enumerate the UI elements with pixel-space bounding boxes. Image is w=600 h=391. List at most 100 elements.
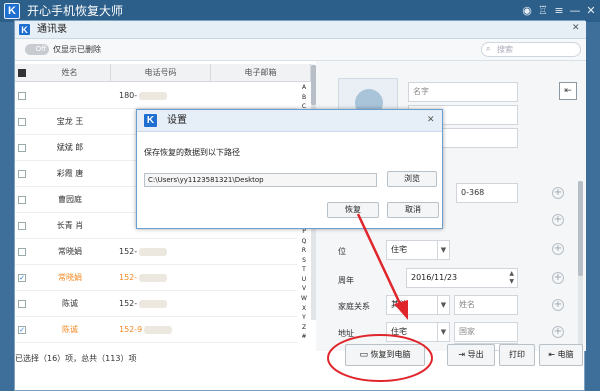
detail-scrollbar[interactable] xyxy=(578,181,583,346)
recover-label: 恢复到电脑 xyxy=(370,350,411,359)
row-checkbox[interactable] xyxy=(18,300,26,308)
search-field[interactable]: 搜索 xyxy=(481,42,581,57)
add-phone-icon[interactable]: + xyxy=(552,187,564,199)
import-icon: ⇤ xyxy=(548,350,556,359)
header-checkbox-cell xyxy=(15,64,29,82)
alphabet-index-letter[interactable]: # xyxy=(297,332,311,342)
address-home-dropdown[interactable]: 住宅 ▼ xyxy=(386,240,450,260)
panel-title: 通讯录 xyxy=(37,24,67,35)
add-date-icon[interactable]: + xyxy=(552,272,564,284)
select-all-checkbox[interactable] xyxy=(18,69,26,77)
export-label: 导出 xyxy=(467,350,484,359)
family-label: 家庭关系 xyxy=(338,302,370,311)
dialog-title-bar: K 设置 ✕ xyxy=(137,110,442,132)
alphabet-index-letter[interactable]: U xyxy=(297,275,311,285)
row-name: 常晓娟 xyxy=(58,247,82,256)
alphabet-index-letter[interactable]: Y xyxy=(297,313,311,323)
row-checkbox[interactable] xyxy=(18,118,26,126)
detail-scrollbar-thumb[interactable] xyxy=(578,181,583,276)
export-card-icon[interactable]: ⇤ xyxy=(559,82,577,100)
add-email-icon[interactable]: + xyxy=(552,214,564,226)
add-field-icon[interactable]: + xyxy=(552,243,564,255)
column-header-name[interactable]: 姓名 xyxy=(29,64,111,82)
table-row[interactable]: 常晓娟 152- xyxy=(15,239,297,265)
alphabet-index-letter[interactable]: S xyxy=(297,256,311,266)
row-phone: 152-9 xyxy=(111,317,211,343)
close-button[interactable]: ✕ xyxy=(584,4,598,18)
save-path-field[interactable]: C:\Users\yy1123581321\Desktop xyxy=(144,173,377,187)
menu-icon[interactable]: ≡ xyxy=(552,4,566,18)
phone-field[interactable]: 0-368 xyxy=(456,183,518,203)
search-input[interactable]: 搜索 ⌕ xyxy=(481,42,581,57)
row-checkbox[interactable] xyxy=(18,248,26,256)
export-button[interactable]: ⇥ 导出 xyxy=(447,344,495,366)
address-label: 地址 xyxy=(338,329,354,338)
column-header-email[interactable]: 电子邮箱 xyxy=(211,64,311,82)
anniversary-date-field[interactable]: 2016/11/23 ▲ ▼ xyxy=(406,268,518,288)
row-checkbox[interactable]: ✓ xyxy=(18,274,26,282)
row-phone: 152- xyxy=(111,265,211,291)
import-button[interactable]: ⇤ 电脑 xyxy=(539,344,583,366)
selection-status: 已选择（16）项，总共（113）项 xyxy=(15,354,137,363)
anniversary-date-value: 2016/11/23 xyxy=(411,273,458,282)
deleted-only-toggle[interactable]: Off xyxy=(25,44,49,55)
panel-logo-icon: K xyxy=(18,23,31,36)
address-type-value: 住宅 xyxy=(391,327,407,336)
save-path-prompt: 保存恢复的数据到以下路径 xyxy=(144,148,240,157)
row-name: 常晓娟 xyxy=(58,273,82,282)
alphabet-index-letter[interactable]: Z xyxy=(297,323,311,333)
recover-to-computer-button[interactable]: ▭ 恢复到电脑 xyxy=(345,344,425,366)
chevron-down-icon: ▼ xyxy=(437,323,449,341)
row-phone-text: 152- xyxy=(119,299,138,308)
row-checkbox[interactable] xyxy=(18,222,26,230)
family-relation-value: 其他 xyxy=(391,300,407,309)
blurred-value xyxy=(139,247,168,256)
deleted-only-label: 仅显示已删除 xyxy=(53,45,101,54)
wechat-icon[interactable]: ◉ xyxy=(520,4,534,18)
row-email xyxy=(211,317,297,343)
table-row[interactable]: ✓ 陈诚 152-9 xyxy=(15,317,297,343)
row-name: 宝龙 王 xyxy=(56,117,84,126)
panel-close-icon[interactable]: ✕ xyxy=(572,23,580,33)
row-name: 长青 肖 xyxy=(56,221,84,230)
alphabet-index-letter[interactable]: X xyxy=(297,304,311,314)
add-address-icon[interactable]: + xyxy=(552,326,564,338)
alphabet-index-letter[interactable]: Q xyxy=(297,237,311,247)
row-checkbox[interactable] xyxy=(18,92,26,100)
add-relation-icon[interactable]: + xyxy=(552,299,564,311)
browse-button[interactable]: 浏览 xyxy=(387,171,437,187)
shirt-icon[interactable]: ♖ xyxy=(536,4,550,18)
alphabet-index-letter[interactable]: B xyxy=(297,93,311,103)
alphabet-index-letter[interactable]: A xyxy=(297,83,311,93)
toolbar: Off 仅显示已删除 搜索 ⌕ xyxy=(15,39,586,61)
date-spinner-icon[interactable]: ▲ ▼ xyxy=(509,270,514,286)
row-checkbox[interactable] xyxy=(18,196,26,204)
table-row[interactable]: ✓ 常晓娟 152- xyxy=(15,265,297,291)
row-checkbox[interactable] xyxy=(18,144,26,152)
alphabet-index-letter[interactable]: T xyxy=(297,265,311,275)
row-checkbox[interactable]: ✓ xyxy=(18,326,26,334)
address-type-dropdown[interactable]: 住宅 ▼ xyxy=(386,322,450,342)
print-button[interactable]: 打印 xyxy=(499,344,535,366)
family-name-field[interactable]: 姓名 xyxy=(454,295,518,315)
row-checkbox[interactable] xyxy=(18,170,26,178)
table-row[interactable]: 陈诚 152- xyxy=(15,291,297,317)
first-name-field[interactable]: 名字 xyxy=(408,82,518,102)
column-header-phone[interactable]: 电话号码 xyxy=(111,64,211,82)
alphabet-index-letter[interactable]: V xyxy=(297,284,311,294)
chevron-down-icon: ▼ xyxy=(437,296,449,314)
dialog-close-icon[interactable]: ✕ xyxy=(427,115,435,125)
row-phone-text: 152- xyxy=(119,247,138,256)
minimize-button[interactable]: — xyxy=(568,4,582,18)
row-name: 斌斌 郎 xyxy=(56,143,84,152)
cancel-button[interactable]: 取消 xyxy=(387,202,439,218)
alphabet-index-letter[interactable]: W xyxy=(297,294,311,304)
row-phone-text: 180- xyxy=(119,91,138,100)
table-row[interactable]: 180- xyxy=(15,83,297,109)
recover-confirm-button[interactable]: 恢复 xyxy=(327,202,379,218)
country-field[interactable]: 国家 xyxy=(454,322,518,342)
import-label: 电脑 xyxy=(557,350,574,359)
family-relation-dropdown[interactable]: 其他 ▼ xyxy=(386,295,450,315)
dialog-logo-icon: K xyxy=(143,113,158,128)
alphabet-index-letter[interactable]: R xyxy=(297,246,311,256)
